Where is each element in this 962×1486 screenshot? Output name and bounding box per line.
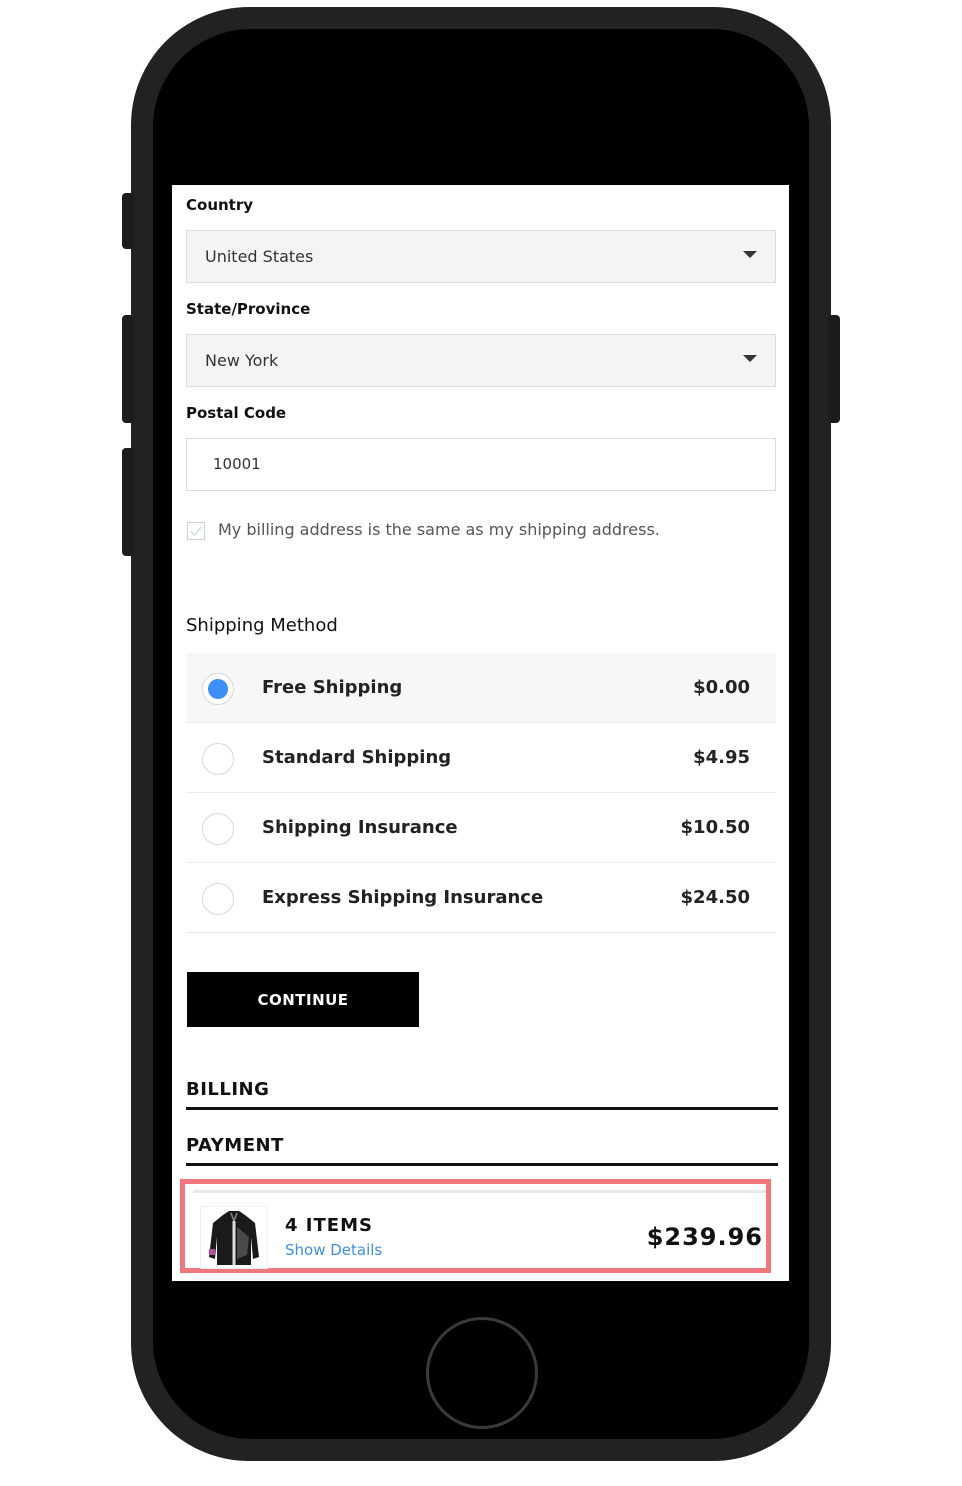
state-value: New York (205, 351, 279, 370)
items-count: 4 ITEMS (285, 1215, 373, 1236)
home-button[interactable] (426, 1317, 538, 1429)
show-details-link[interactable]: Show Details (285, 1241, 382, 1259)
shipping-option-express-insurance[interactable]: Express Shipping Insurance $24.50 (186, 863, 776, 933)
radio-button-selected[interactable] (202, 673, 234, 705)
shipping-option-price: $0.00 (693, 677, 750, 698)
shipping-option-name: Express Shipping Insurance (262, 887, 544, 908)
shipping-option-standard[interactable]: Standard Shipping $4.95 (186, 723, 776, 793)
shipping-option-name: Shipping Insurance (262, 817, 458, 838)
shipping-option-price: $24.50 (680, 887, 750, 908)
volume-down-button (122, 448, 134, 556)
jacket-thumbnail-icon (200, 1206, 268, 1269)
radio-dot-icon (208, 679, 228, 699)
payment-step-title[interactable]: PAYMENT (186, 1135, 284, 1156)
radio-button[interactable] (202, 743, 234, 775)
postal-code-value: 10001 (213, 455, 261, 473)
shipping-method-title: Shipping Method (186, 615, 338, 636)
postal-code-input[interactable]: 10001 (186, 438, 776, 491)
shipping-option-price: $10.50 (680, 817, 750, 838)
order-total: $239.96 (646, 1223, 763, 1251)
postal-code-label: Postal Code (186, 404, 287, 422)
radio-button[interactable] (202, 813, 234, 845)
shipping-option-name: Standard Shipping (262, 747, 452, 768)
shipping-option-price: $4.95 (693, 747, 750, 768)
country-label: Country (186, 196, 254, 214)
radio-button[interactable] (202, 883, 234, 915)
shipping-option-insurance[interactable]: Shipping Insurance $10.50 (186, 793, 776, 863)
divider (186, 1107, 778, 1110)
state-label: State/Province (186, 300, 311, 318)
chevron-down-icon (743, 251, 757, 258)
billing-same-checkbox[interactable] (187, 522, 205, 540)
country-value: United States (205, 247, 314, 266)
checkout-screen: Country United States State/Province New… (172, 185, 789, 1281)
chevron-down-icon (743, 355, 757, 362)
continue-button[interactable]: CONTINUE (187, 972, 419, 1027)
volume-up-button (122, 315, 134, 423)
billing-same-label: My billing address is the same as my shi… (218, 520, 660, 539)
state-select[interactable]: New York (186, 334, 776, 387)
power-button (828, 315, 840, 423)
billing-step-title[interactable]: BILLING (186, 1079, 269, 1100)
divider (186, 1163, 778, 1166)
checkmark-icon (190, 523, 202, 536)
shipping-option-free[interactable]: Free Shipping $0.00 (186, 653, 776, 723)
country-select[interactable]: United States (186, 230, 776, 283)
shipping-option-name: Free Shipping (262, 677, 403, 698)
mute-switch (122, 193, 134, 249)
